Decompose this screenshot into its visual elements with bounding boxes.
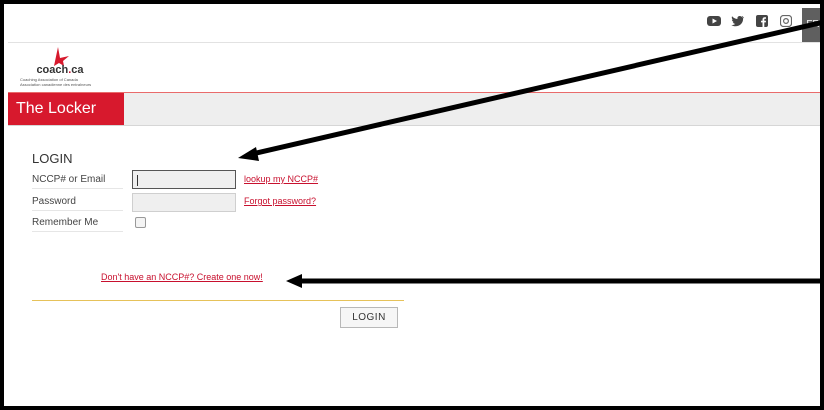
screenshot-frame: FR coach.ca Coaching Association of Cana… — [0, 0, 824, 410]
annotation-arrow-to-create-link — [286, 274, 820, 288]
annotation-arrow-to-input — [238, 20, 820, 161]
annotation-arrows — [238, 20, 820, 288]
